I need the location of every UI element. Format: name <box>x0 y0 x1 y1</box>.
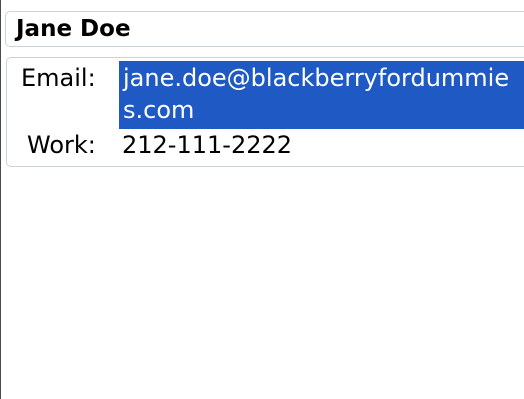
contact-details-card: Email: jane.doe@blackberryfordummies.com… <box>6 57 524 167</box>
contact-details-screen: Jane Doe Email: jane.doe@blackberryfordu… <box>0 0 524 399</box>
contact-name-title: Jane Doe <box>16 16 131 42</box>
contact-title-bar: Jane Doe <box>5 11 524 47</box>
email-value-selection[interactable]: jane.doe@blackberryfordummies.com <box>119 61 524 129</box>
work-phone-value[interactable]: 212-111-2222 <box>122 129 292 161</box>
email-label: Email: <box>21 64 96 92</box>
work-phone-label: Work: <box>27 131 96 159</box>
email-value[interactable]: jane.doe@blackberryfordummies.com <box>123 62 513 126</box>
work-phone-row[interactable]: Work: 212-111-2222 <box>7 130 524 160</box>
email-row[interactable]: Email: jane.doe@blackberryfordummies.com <box>7 61 524 129</box>
